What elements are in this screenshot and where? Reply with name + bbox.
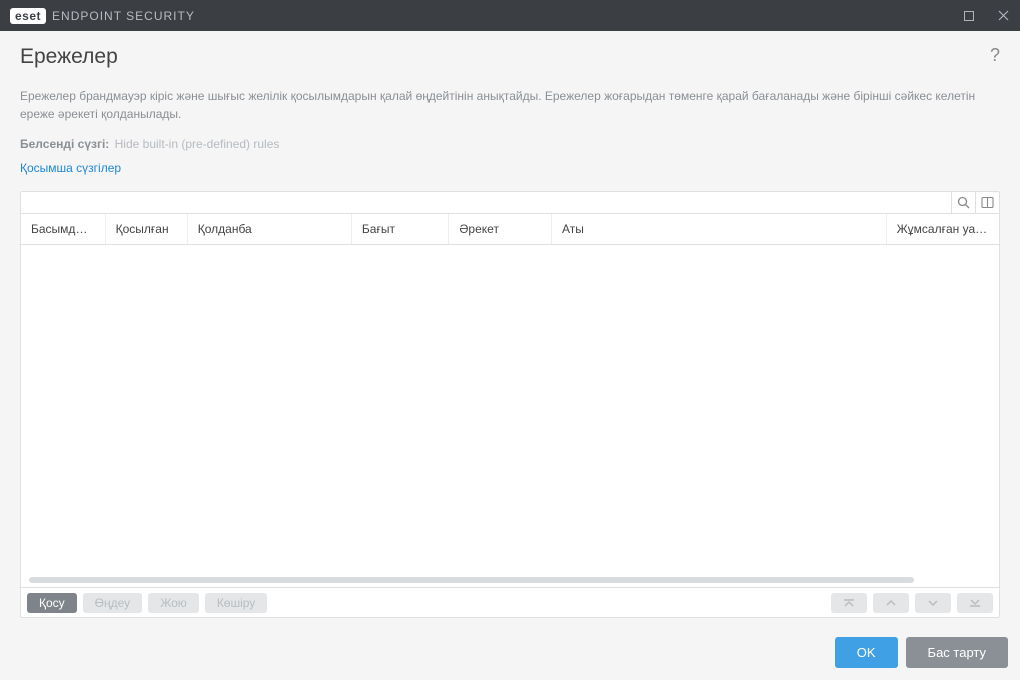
ok-button[interactable]: OK — [835, 637, 898, 668]
active-filter-label: Белсенді сүзгі: — [20, 137, 109, 151]
chevron-top-icon — [843, 598, 855, 608]
add-button[interactable]: Қосу — [27, 593, 77, 613]
rules-table: Басымдыл... Қосылған Қолданба Бағыт Әрек… — [21, 214, 999, 245]
copy-button: Көшіру — [205, 593, 268, 613]
page-content: Ережелер ? Ережелер брандмауэр кіріс жән… — [0, 31, 1020, 680]
rules-table-container: Басымдыл... Қосылған Қолданба Бағыт Әрек… — [20, 191, 1000, 618]
table-toolbar — [21, 192, 999, 214]
columns-icon — [981, 196, 994, 209]
table-header-row: Басымдыл... Қосылған Қолданба Бағыт Әрек… — [21, 214, 999, 245]
extra-filters: Қосымша сүзгілер — [20, 159, 1000, 177]
chevron-bottom-icon — [969, 598, 981, 608]
edit-button: Өңдеу — [83, 593, 143, 613]
columns-button[interactable] — [975, 192, 999, 213]
help-button[interactable]: ? — [990, 45, 1000, 66]
cancel-button[interactable]: Бас тарту — [906, 637, 1008, 668]
extra-filters-link[interactable]: Қосымша сүзгілер — [20, 161, 121, 175]
col-application[interactable]: Қолданба — [187, 214, 351, 245]
title-bar: eset ENDPOINT SECURITY — [0, 0, 1020, 31]
active-filter-value: Hide built-in (pre-defined) rules — [115, 137, 280, 151]
col-time[interactable]: Жұмсалған уақыт — [886, 214, 999, 245]
col-name[interactable]: Аты — [552, 214, 887, 245]
brand-product: ENDPOINT SECURITY — [52, 9, 195, 23]
col-action[interactable]: Әрекет — [449, 214, 552, 245]
col-direction[interactable]: Бағыт — [351, 214, 448, 245]
close-icon — [998, 10, 1009, 21]
window-controls — [952, 0, 1020, 31]
search-icon — [957, 196, 970, 209]
move-down-button — [915, 593, 951, 613]
maximize-icon — [964, 11, 974, 21]
close-button[interactable] — [986, 0, 1020, 31]
chevron-down-icon — [927, 599, 939, 607]
table-body-empty — [21, 245, 999, 573]
search-button[interactable] — [951, 192, 975, 213]
dialog-footer: OK Бас тарту — [835, 637, 1008, 668]
active-filter: Белсенді сүзгі: Hide built-in (pre-defin… — [20, 137, 1000, 151]
brand-short: eset — [10, 8, 46, 24]
page-title: Ережелер — [20, 45, 1000, 69]
delete-button: Жою — [148, 593, 199, 613]
table-action-bar: Қосу Өңдеу Жою Көшіру — [21, 587, 999, 617]
maximize-button[interactable] — [952, 0, 986, 31]
table-body[interactable] — [21, 245, 999, 573]
brand-logo: eset ENDPOINT SECURITY — [10, 8, 195, 24]
col-enabled[interactable]: Қосылған — [105, 214, 187, 245]
table-hscrollbar[interactable] — [21, 573, 999, 587]
chevron-up-icon — [885, 599, 897, 607]
move-top-button — [831, 593, 867, 613]
move-bottom-button — [957, 593, 993, 613]
help-icon: ? — [990, 45, 1000, 65]
move-up-button — [873, 593, 909, 613]
col-priority[interactable]: Басымдыл... — [21, 214, 105, 245]
hscroll-thumb[interactable] — [29, 577, 914, 583]
page-description: Ережелер брандмауэр кіріс және шығыс жел… — [20, 87, 1000, 123]
